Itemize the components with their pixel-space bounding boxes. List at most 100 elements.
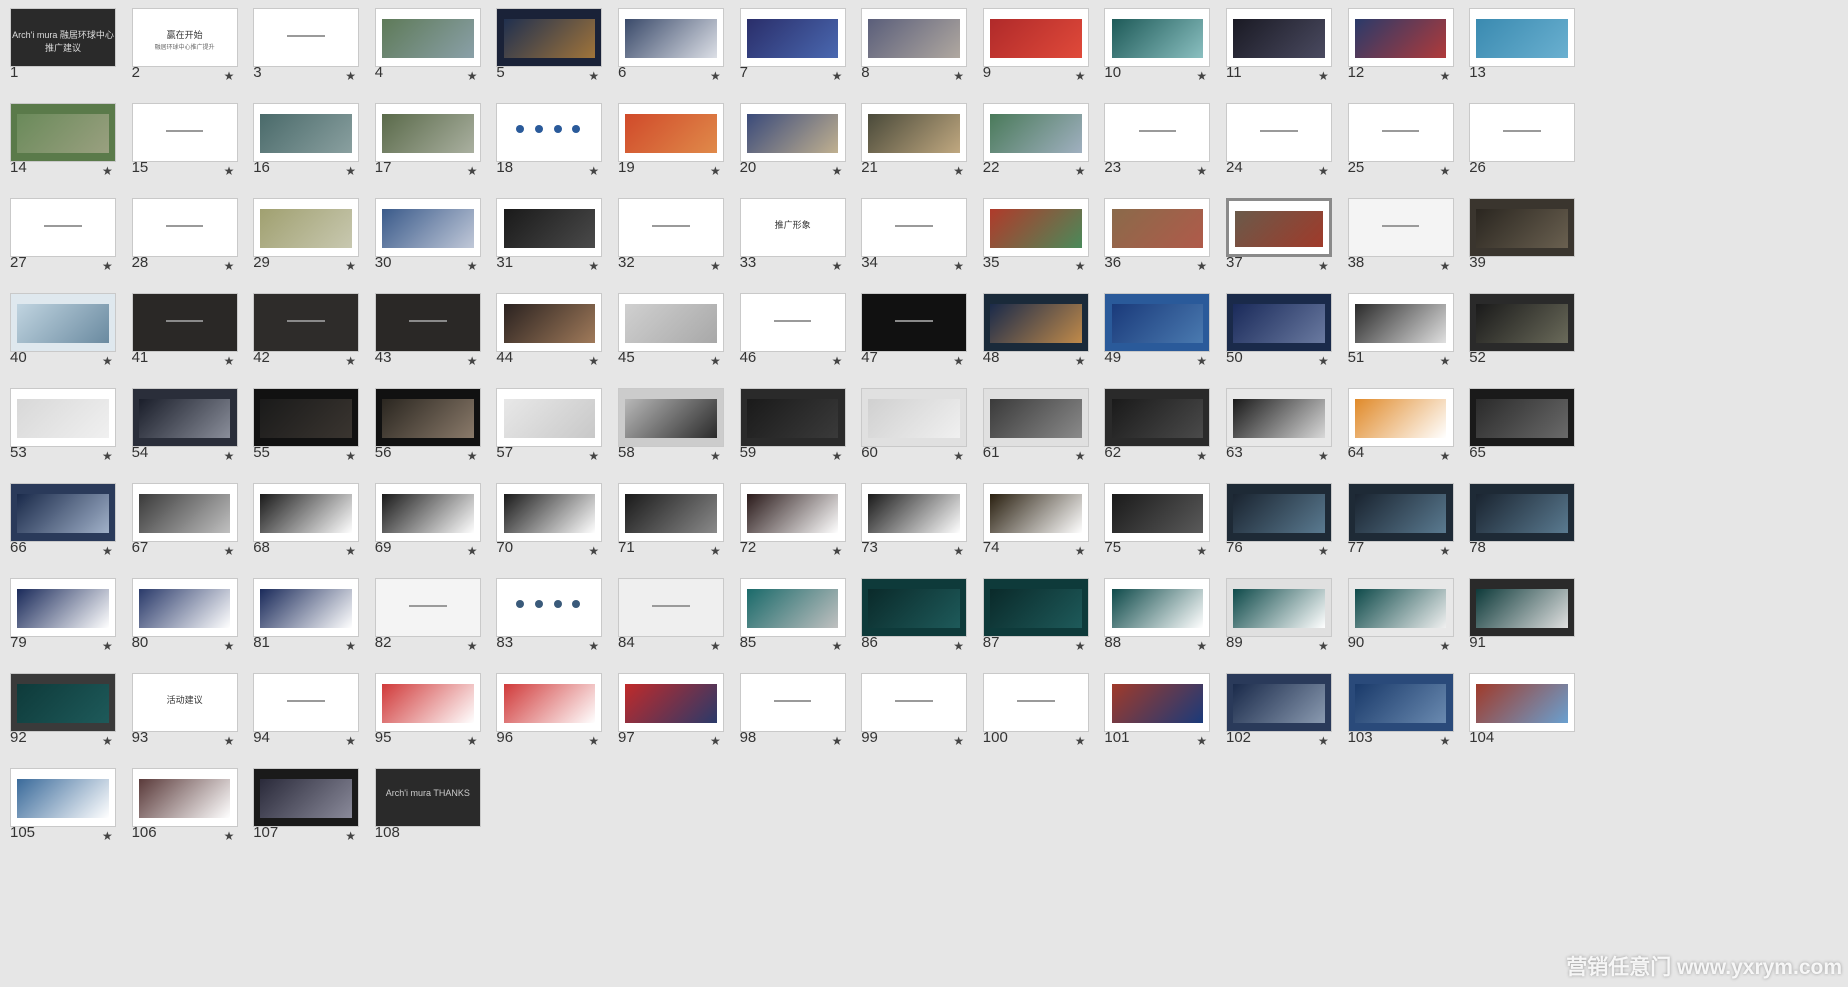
slide-thumbnail[interactable] — [861, 8, 968, 67]
slide-thumbnail-cell[interactable]: 11 ★ — [1216, 0, 1341, 100]
slide-thumbnail[interactable] — [374, 578, 481, 637]
slide-thumbnail-cell[interactable]: 24 ★ — [1216, 95, 1341, 195]
slide-thumbnail[interactable] — [1226, 198, 1332, 257]
slide-thumbnail[interactable] — [1469, 198, 1576, 257]
slide-thumbnail-cell[interactable]: 30 ★ — [365, 190, 490, 290]
slide-thumbnail[interactable] — [982, 293, 1089, 352]
slide-thumbnail[interactable] — [618, 8, 724, 67]
slide-thumbnail-cell[interactable]: 32 ★ — [608, 190, 733, 290]
slide-thumbnail[interactable] — [496, 673, 603, 732]
slide-thumbnail-cell[interactable]: 71 ★ — [608, 475, 733, 575]
slide-thumbnail-cell[interactable]: 105 ★ — [0, 760, 125, 860]
slide-thumbnail-cell[interactable]: 40 ★ — [0, 285, 125, 385]
slide-thumbnail-cell[interactable]: 103 ★ — [1338, 665, 1463, 765]
slide-thumbnail[interactable] — [10, 578, 116, 637]
slide-thumbnail[interactable] — [131, 198, 238, 257]
slide-thumbnail[interactable] — [10, 103, 116, 162]
slide-thumbnail-cell[interactable]: 78 — [1459, 475, 1584, 575]
slide-thumbnail-cell[interactable]: 82 ★ — [365, 570, 490, 670]
slide-thumbnail[interactable] — [1226, 388, 1332, 447]
slide-thumbnail-cell[interactable]: 55 ★ — [243, 380, 368, 480]
slide-thumbnail[interactable] — [374, 483, 481, 542]
slide-thumbnail[interactable] — [496, 198, 603, 257]
slide-thumbnail-cell[interactable]: 活动建议 93 ★ — [122, 665, 247, 765]
slide-thumbnail[interactable] — [1469, 103, 1576, 162]
slide-thumbnail-cell[interactable]: 104 — [1459, 665, 1584, 765]
slide-thumbnail[interactable] — [10, 198, 116, 257]
slide-thumbnail[interactable] — [1469, 673, 1576, 732]
slide-thumbnail[interactable] — [1347, 483, 1454, 542]
slide-thumbnail-cell[interactable]: 18 ★ — [486, 95, 611, 195]
slide-thumbnail-cell[interactable]: 94 ★ — [243, 665, 368, 765]
slide-thumbnail[interactable] — [861, 388, 968, 447]
slide-thumbnail[interactable] — [1104, 8, 1211, 67]
slide-thumbnail[interactable] — [1347, 578, 1454, 637]
slide-thumbnail-cell[interactable]: 97 ★ — [608, 665, 733, 765]
slide-thumbnail-cell[interactable]: 5 ★ — [486, 0, 611, 100]
slide-thumbnail[interactable] — [374, 103, 481, 162]
slide-thumbnail[interactable] — [1469, 483, 1576, 542]
slide-thumbnail[interactable] — [618, 198, 724, 257]
slide-thumbnail[interactable] — [1104, 293, 1211, 352]
slide-thumbnail-cell[interactable]: 99 ★ — [851, 665, 976, 765]
slide-thumbnail-cell[interactable]: 102 ★ — [1216, 665, 1341, 765]
slide-thumbnail[interactable] — [131, 768, 238, 827]
slide-thumbnail[interactable] — [1347, 293, 1454, 352]
slide-thumbnail[interactable] — [982, 198, 1089, 257]
slide-thumbnail-cell[interactable]: 26 — [1459, 95, 1584, 195]
slide-thumbnail-cell[interactable]: 14 ★ — [0, 95, 125, 195]
slide-thumbnail[interactable] — [982, 8, 1089, 67]
slide-thumbnail[interactable] — [496, 103, 603, 162]
slide-thumbnail[interactable] — [131, 388, 238, 447]
slide-thumbnail[interactable] — [131, 483, 238, 542]
slide-thumbnail-cell[interactable]: 44 ★ — [486, 285, 611, 385]
slide-thumbnail[interactable] — [739, 388, 846, 447]
slide-thumbnail-cell[interactable]: 3 ★ — [243, 0, 368, 100]
slide-thumbnail[interactable]: Arch'i mura 融居环球中心推广建议 — [10, 8, 116, 67]
slide-thumbnail[interactable] — [253, 293, 360, 352]
slide-thumbnail[interactable] — [1104, 388, 1211, 447]
slide-thumbnail[interactable] — [739, 673, 846, 732]
slide-thumbnail[interactable] — [131, 293, 238, 352]
slide-thumbnail-cell[interactable]: 49 ★ — [1094, 285, 1219, 385]
slide-thumbnail[interactable] — [982, 103, 1089, 162]
slide-thumbnail[interactable]: 活动建议 — [131, 673, 238, 732]
slide-thumbnail-cell[interactable]: 65 — [1459, 380, 1584, 480]
slide-thumbnail-cell[interactable]: 79 ★ — [0, 570, 125, 670]
slide-thumbnail[interactable] — [10, 483, 116, 542]
slide-thumbnail-cell[interactable]: 95 ★ — [365, 665, 490, 765]
slide-thumbnail[interactable] — [1226, 293, 1332, 352]
slide-thumbnail[interactable] — [496, 293, 603, 352]
slide-thumbnail[interactable] — [1347, 388, 1454, 447]
slide-thumbnail[interactable] — [982, 673, 1089, 732]
slide-thumbnail[interactable]: 推广形象 — [739, 198, 846, 257]
slide-thumbnail-cell[interactable]: 54 ★ — [122, 380, 247, 480]
slide-thumbnail-cell[interactable]: 106 ★ — [122, 760, 247, 860]
slide-thumbnail[interactable] — [1226, 8, 1332, 67]
slide-thumbnail-cell[interactable]: 29 ★ — [243, 190, 368, 290]
slide-thumbnail-cell[interactable]: 17 ★ — [365, 95, 490, 195]
slide-thumbnail-cell[interactable]: 70 ★ — [486, 475, 611, 575]
slide-thumbnail[interactable] — [618, 103, 724, 162]
slide-thumbnail[interactable]: 赢在开始 融居环球中心推广提升 — [131, 8, 238, 67]
slide-thumbnail[interactable] — [618, 388, 724, 447]
slide-thumbnail-cell[interactable]: 63 ★ — [1216, 380, 1341, 480]
slide-thumbnail-cell[interactable]: 56 ★ — [365, 380, 490, 480]
slide-thumbnail-cell[interactable]: 58 ★ — [608, 380, 733, 480]
slide-thumbnail-cell[interactable]: 68 ★ — [243, 475, 368, 575]
slide-thumbnail-cell[interactable]: 9 ★ — [973, 0, 1098, 100]
slide-thumbnail-cell[interactable]: 34 ★ — [851, 190, 976, 290]
slide-thumbnail-cell[interactable]: 107 ★ — [243, 760, 368, 860]
slide-thumbnail[interactable] — [131, 578, 238, 637]
slide-thumbnail[interactable] — [861, 578, 968, 637]
slide-thumbnail[interactable] — [618, 673, 724, 732]
slide-thumbnail-cell[interactable]: 66 ★ — [0, 475, 125, 575]
slide-thumbnail-cell[interactable]: 43 ★ — [365, 285, 490, 385]
slide-thumbnail[interactable] — [861, 483, 968, 542]
slide-thumbnail-cell[interactable]: 8 ★ — [851, 0, 976, 100]
slide-thumbnail[interactable] — [1104, 673, 1211, 732]
slide-thumbnail-cell[interactable]: 59 ★ — [730, 380, 855, 480]
slide-thumbnail[interactable] — [618, 293, 724, 352]
slide-thumbnail[interactable] — [861, 103, 968, 162]
slide-thumbnail-cell[interactable]: 20 ★ — [730, 95, 855, 195]
